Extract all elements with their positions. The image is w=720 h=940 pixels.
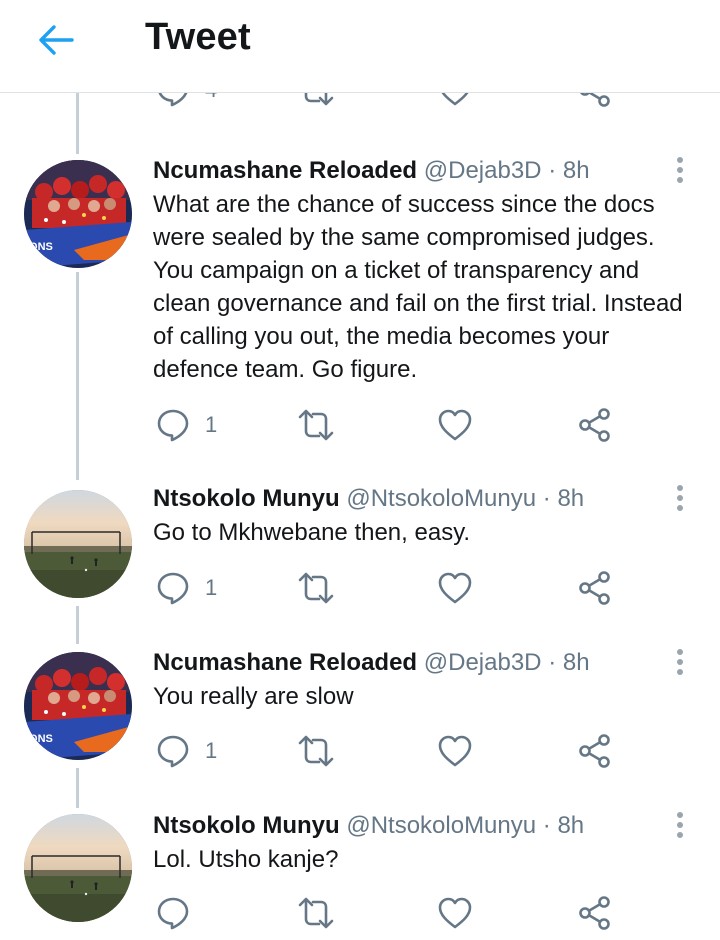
more-options-button[interactable] [670,648,690,678]
reply-button[interactable]: 1 [155,568,217,608]
thread-line [76,272,79,480]
vertical-dots-icon [677,157,683,183]
avatar[interactable]: IONS [24,160,132,268]
timestamp[interactable]: 8h [557,812,584,839]
share-button[interactable] [578,731,612,771]
retweet-button[interactable] [297,731,335,771]
thread-line [76,768,79,808]
tweet-header: Ntsokolo Munyu @NtsokoloMunyu · 8h [153,484,584,514]
tweet-header: Ntsokolo Munyu @NtsokoloMunyu · 8h [153,811,584,841]
vertical-dots-icon [677,649,683,675]
user-handle[interactable]: @NtsokoloMunyu [346,812,536,839]
top-bar: Tweet [0,0,720,93]
heart-icon [438,409,472,441]
like-button[interactable] [437,893,473,933]
retweet-button[interactable] [297,568,335,608]
like-button[interactable] [437,568,473,608]
reply-count: 1 [205,575,218,600]
tweet-text: You really are slow [153,683,354,710]
reply-button[interactable] [155,893,205,933]
tweet-actions [0,893,720,933]
thread-line [76,606,79,644]
retweet-icon [298,409,334,441]
tweet-header: Ncumashane Reloaded @Dejab3D · 8h [153,648,590,678]
heart-icon [438,572,472,604]
tweet-text: Lol. Utsho kanje? [153,846,339,873]
reply-button[interactable]: 1 [155,731,217,771]
user-handle[interactable]: @Dejab3D [424,649,542,676]
separator: · [548,157,557,184]
reply-button[interactable]: 1 [155,405,217,445]
tweet-text: Go to Mkhwebane then, easy. [153,519,471,546]
speech-bubble-icon [157,572,189,605]
share-icon [579,896,610,930]
heart-icon [438,735,472,767]
user-handle[interactable]: @NtsokoloMunyu [346,485,536,512]
share-icon [579,408,610,442]
team-celebration-photo: IONS [24,160,132,268]
user-handle[interactable]: @Dejab3D [424,157,542,184]
timestamp[interactable]: 8h [557,485,584,512]
display-name[interactable]: Ncumashane Reloaded [153,649,417,676]
like-button[interactable] [437,405,473,445]
vertical-dots-icon [677,485,683,511]
heart-icon [438,897,472,929]
arrow-left-icon [39,25,74,55]
tweet-actions: 1 [0,731,720,771]
retweet-icon [298,572,334,604]
speech-bubble-icon [157,735,189,768]
share-button[interactable] [578,405,612,445]
reply-count: 1 [205,738,218,763]
tweet-text: What are the chance of success since the… [153,191,683,383]
more-options-button[interactable] [670,156,690,186]
share-button[interactable] [578,568,612,608]
display-name[interactable]: Ntsokolo Munyu [153,812,340,839]
back-button[interactable] [36,20,76,60]
display-name[interactable]: Ncumashane Reloaded [153,157,417,184]
timestamp[interactable]: 8h [563,157,590,184]
display-name[interactable]: Ntsokolo Munyu [153,485,340,512]
tweet-header: Ncumashane Reloaded @Dejab3D · 8h [153,156,590,186]
retweet-icon [298,735,334,767]
share-icon [579,734,610,768]
separator: · [542,485,551,512]
tweet-actions: 1 [0,568,720,608]
tweet-actions: 1 [0,405,720,445]
more-options-button[interactable] [670,811,690,841]
more-options-button[interactable] [670,484,690,514]
vertical-dots-icon [677,812,683,838]
timestamp[interactable]: 8h [563,649,590,676]
retweet-icon [298,897,334,929]
reply-count: 1 [205,412,218,437]
speech-bubble-icon [157,409,189,442]
like-button[interactable] [437,731,473,771]
avatar-caption: IONS [26,241,53,253]
share-button[interactable] [578,893,612,933]
share-icon [579,571,610,605]
retweet-button[interactable] [297,405,335,445]
separator: · [548,649,557,676]
retweet-button[interactable] [297,893,335,933]
separator: · [542,812,551,839]
speech-bubble-icon [157,897,189,930]
page-title: Tweet [145,16,251,58]
